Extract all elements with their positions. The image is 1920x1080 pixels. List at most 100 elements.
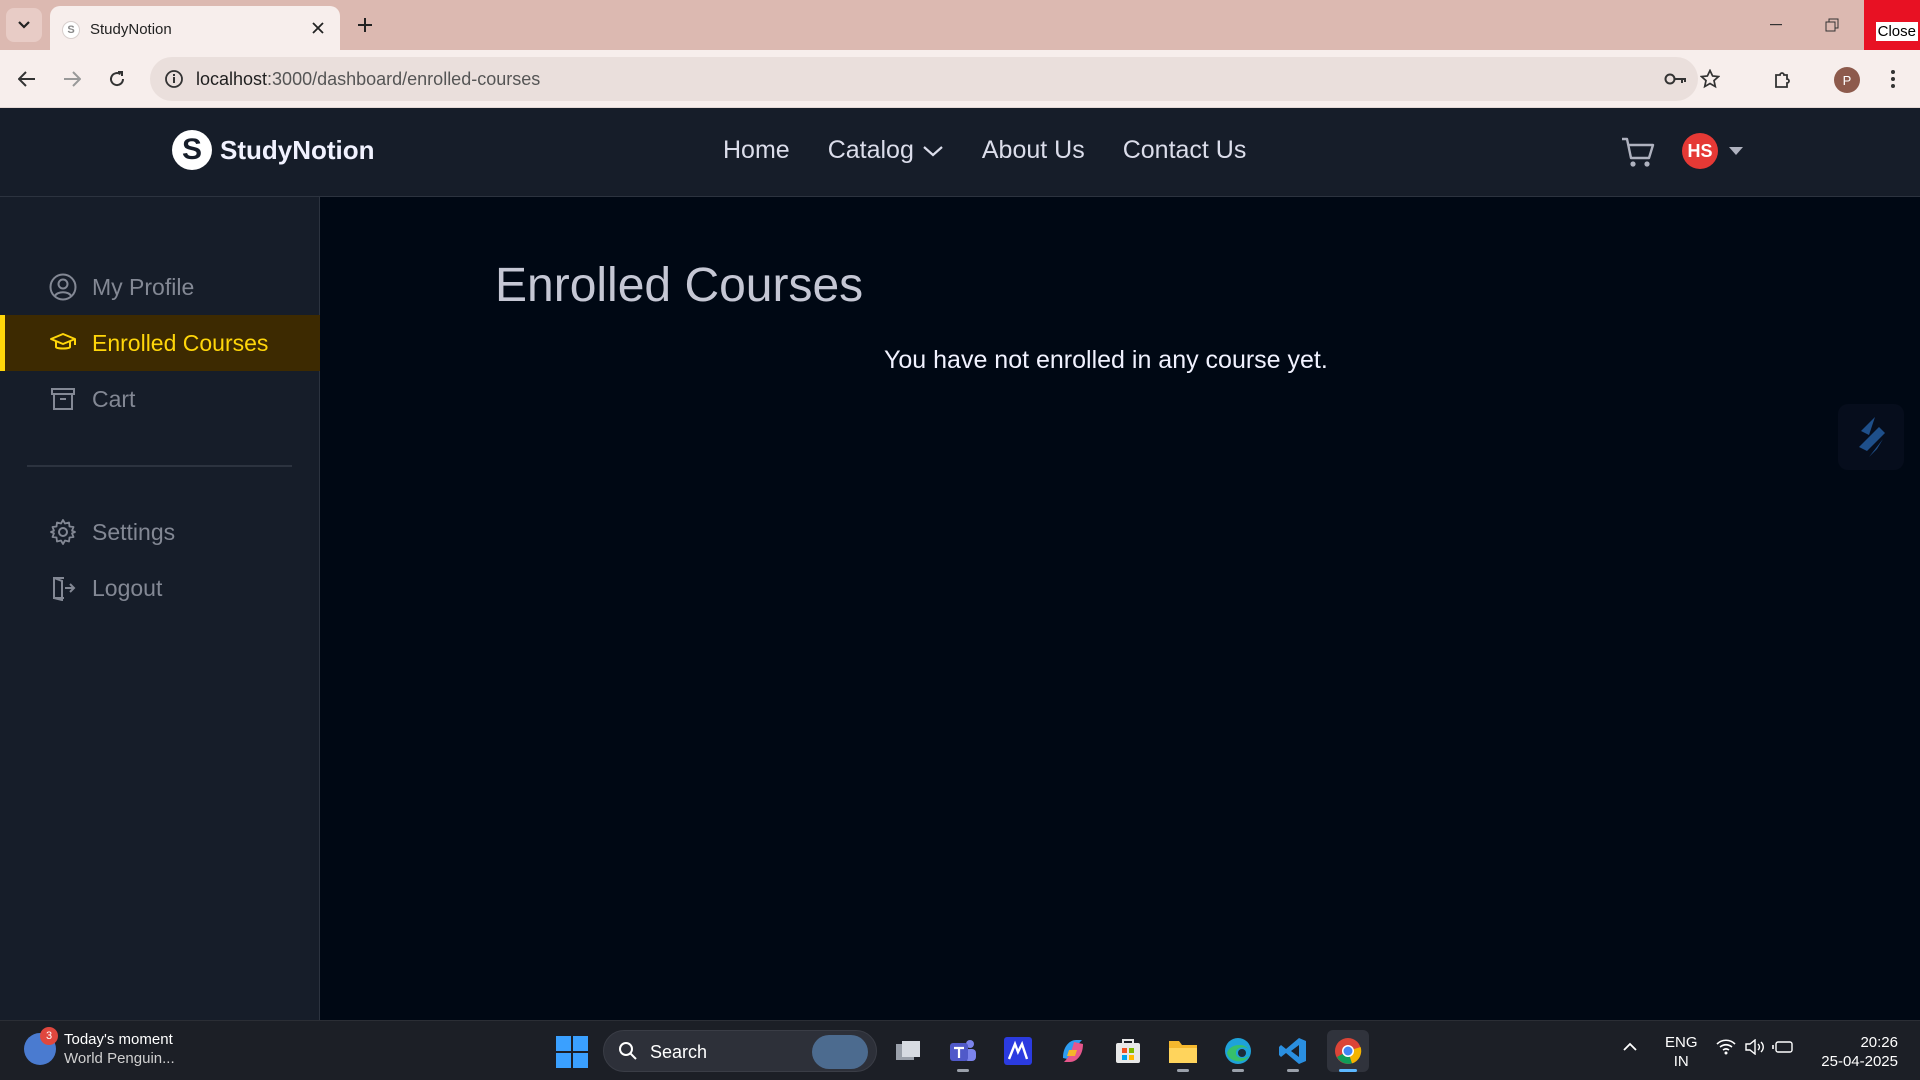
address-bar[interactable]: localhost:3000/dashboard/enrolled-course…	[150, 57, 1720, 101]
extensions-button[interactable]	[1766, 62, 1800, 96]
search-icon	[619, 1042, 637, 1060]
folder-icon	[1169, 1041, 1197, 1063]
cart-button[interactable]	[1620, 136, 1656, 170]
minimize-button[interactable]	[1748, 0, 1804, 50]
profile-dropdown-caret[interactable]	[1728, 144, 1744, 156]
volume-icon	[1745, 1039, 1764, 1055]
profile-avatar-button[interactable]: P	[1834, 67, 1860, 93]
arrow-right-icon	[64, 71, 81, 87]
teams-icon	[950, 1040, 976, 1061]
notification-badge: 3	[40, 1027, 58, 1045]
taskbar-task-view[interactable]	[887, 1030, 929, 1072]
search-highlight-image	[812, 1035, 868, 1069]
search-label: Search	[650, 1042, 708, 1062]
windows-logo-icon	[556, 1036, 571, 1051]
dashboard-sidebar: My Profile Enrolled Courses Cart Setting…	[0, 197, 320, 1020]
nav-catalog-label: Catalog	[827, 136, 914, 164]
sidebar-item-logout[interactable]: Logout	[0, 560, 320, 616]
browser-tabstrip: S StudyNotion Close	[0, 0, 1920, 50]
kebab-menu-icon	[1891, 70, 1895, 88]
logo-link[interactable]: S StudyNotion	[172, 130, 375, 170]
user-avatar[interactable]: HS	[1682, 133, 1718, 169]
password-key-button[interactable]	[1662, 65, 1690, 93]
taskbar-file-explorer[interactable]	[1162, 1030, 1204, 1072]
taskbar-vscode[interactable]	[1272, 1030, 1314, 1072]
taskbar-store[interactable]	[1107, 1030, 1149, 1072]
widgets-button[interactable]: 3 Today's moment World Penguin...	[24, 1027, 175, 1068]
bookmark-button[interactable]	[1696, 65, 1724, 93]
logo-mark: S	[172, 130, 212, 170]
browser-menu-button[interactable]	[1876, 62, 1910, 96]
sidebar-item-my-profile[interactable]: My Profile	[0, 259, 320, 315]
language-code: ENG	[1665, 1034, 1698, 1051]
empty-state-message: You have not enrolled in any course yet.	[884, 346, 1328, 374]
archive-box-icon	[49, 385, 77, 413]
widget-logo-icon	[1859, 417, 1885, 457]
start-button[interactable]	[556, 1036, 588, 1068]
taskbar-copilot[interactable]	[1052, 1030, 1094, 1072]
graduation-cap-icon	[49, 329, 77, 357]
browser-toolbar: localhost:3000/dashboard/enrolled-course…	[0, 50, 1920, 108]
taskbar-teams[interactable]	[942, 1030, 984, 1072]
copilot-icon	[1063, 1040, 1083, 1062]
task-view-icon	[896, 1041, 920, 1060]
gear-icon	[49, 518, 77, 546]
nav-catalog[interactable]: Catalog	[828, 136, 944, 165]
browser-tab[interactable]: S StudyNotion	[50, 6, 340, 50]
sidebar-divider	[27, 465, 292, 467]
reload-button[interactable]	[100, 62, 134, 96]
sidebar-item-cart[interactable]: Cart	[0, 371, 320, 427]
sidebar-item-settings[interactable]: Settings	[0, 504, 320, 560]
chrome-icon	[1335, 1038, 1362, 1064]
clock-date: 25-04-2025	[1821, 1053, 1898, 1070]
edge-icon	[1225, 1038, 1251, 1064]
language-indicator[interactable]: ENG IN	[1665, 1033, 1698, 1071]
app-navbar: S StudyNotion Home Catalog About Us Cont…	[0, 108, 1920, 197]
caret-down-icon	[1729, 147, 1743, 155]
taskbar-search[interactable]: Search	[603, 1030, 877, 1072]
nav-about[interactable]: About Us	[982, 136, 1085, 165]
close-tooltip: Close	[1875, 22, 1918, 41]
windows-taskbar: 3 Today's moment World Penguin... Search	[0, 1020, 1920, 1080]
restore-icon	[1825, 18, 1839, 32]
taskbar-edge[interactable]	[1217, 1030, 1259, 1072]
arrow-left-icon	[18, 71, 35, 87]
restore-button[interactable]	[1804, 0, 1860, 50]
clock-time: 20:26	[1860, 1034, 1898, 1051]
new-tab-button[interactable]	[352, 12, 378, 38]
tray-overflow-button[interactable]	[1622, 1039, 1638, 1056]
widget-title: Today's moment	[64, 1031, 173, 1048]
logo-text: StudyNotion	[220, 134, 375, 165]
tab-search-button[interactable]	[6, 8, 42, 42]
url-path: :3000/dashboard/enrolled-courses	[267, 69, 541, 89]
taskbar-app-m[interactable]	[997, 1030, 1039, 1072]
sidebar-item-enrolled-courses[interactable]: Enrolled Courses	[0, 315, 320, 371]
site-info-button[interactable]	[160, 65, 188, 93]
key-icon	[1664, 73, 1686, 85]
running-indicator	[1287, 1069, 1299, 1072]
quick-settings-button[interactable]	[1716, 1039, 1794, 1055]
app-m-icon	[1004, 1037, 1032, 1065]
star-icon	[1700, 69, 1720, 89]
main-nav: Home Catalog About Us Contact Us	[723, 136, 1284, 165]
back-button[interactable]	[10, 62, 44, 96]
wifi-icon	[1716, 1039, 1736, 1055]
chevron-up-icon	[1623, 1042, 1637, 1051]
plus-icon	[358, 18, 372, 32]
chevron-down-icon	[18, 21, 30, 29]
running-indicator	[1232, 1069, 1244, 1072]
nav-home[interactable]: Home	[723, 136, 790, 165]
clock[interactable]: 20:26 25-04-2025	[1818, 1033, 1898, 1071]
active-indicator	[1339, 1069, 1357, 1072]
info-icon	[165, 70, 183, 88]
sidebar-item-label: Cart	[92, 385, 136, 412]
url-host: localhost	[196, 69, 268, 89]
taskbar-chrome[interactable]	[1327, 1030, 1369, 1072]
tab-close-button[interactable]	[308, 18, 328, 38]
running-indicator	[957, 1069, 969, 1072]
forward-button[interactable]	[55, 62, 89, 96]
nav-contact[interactable]: Contact Us	[1123, 136, 1247, 165]
widget-subtitle: World Penguin...	[64, 1050, 175, 1067]
sidebar-item-label: Enrolled Courses	[92, 329, 269, 356]
floating-widget-button[interactable]	[1838, 404, 1904, 470]
